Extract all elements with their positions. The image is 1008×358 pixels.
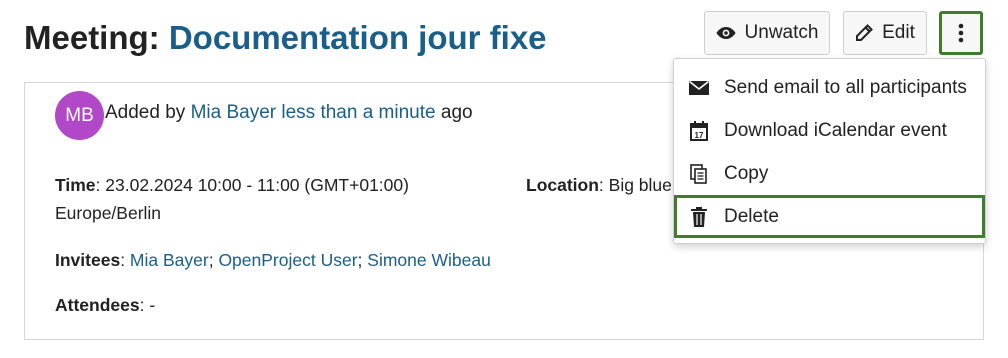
time-ago-link[interactable]: less than a minute: [281, 102, 435, 123]
calendar-icon: 17: [688, 120, 710, 142]
copy-icon: [688, 163, 710, 185]
page-title: Meeting: Documentation jour fixe: [24, 16, 547, 60]
edit-button[interactable]: Edit: [843, 11, 927, 55]
invitees-row: Invitees: Mia Bayer; OpenProject User; S…: [55, 250, 491, 270]
svg-text:17: 17: [695, 131, 704, 140]
kebab-icon: [958, 23, 964, 43]
location-row: Location: Big blue: [526, 171, 672, 199]
envelope-icon: [688, 77, 710, 99]
trash-icon: [688, 206, 710, 228]
menu-item-send-email[interactable]: Send email to all participants: [674, 66, 985, 109]
menu-item-label: Delete: [724, 205, 779, 227]
invitee-link[interactable]: Mia Bayer: [130, 250, 209, 270]
meeting-name: Documentation jour fixe: [168, 19, 547, 56]
menu-item-download-ical[interactable]: 17 Download iCalendar event: [674, 109, 985, 152]
invitee-link[interactable]: OpenProject User: [218, 250, 357, 270]
ago-suffix: ago: [440, 102, 473, 123]
time-row: Time: 23.02.2024 10:00 - 11:00 (GMT+01:0…: [55, 171, 409, 199]
timezone-value: Europe/Berlin: [55, 203, 162, 223]
menu-item-label: Download iCalendar event: [724, 119, 947, 141]
menu-item-label: Send email to all participants: [724, 76, 967, 98]
invitee-link[interactable]: Simone Wibeau: [367, 250, 491, 270]
unwatch-label: Unwatch: [744, 22, 819, 43]
menu-item-copy[interactable]: Copy: [674, 152, 985, 195]
added-by-line: Added by Mia Bayer less than a minute ag…: [105, 102, 473, 124]
time-label: Time: [55, 175, 96, 195]
actions-dropdown-menu: Send email to all participants 17 Downlo…: [673, 58, 986, 244]
eye-icon: [716, 27, 736, 39]
menu-item-label: Copy: [724, 162, 769, 184]
attendees-value: : -: [139, 295, 156, 315]
menu-item-delete[interactable]: Delete: [674, 195, 985, 238]
timezone-row: Europe/Berlin: [55, 199, 161, 227]
avatar-initials: MB: [65, 104, 94, 126]
attendees-row: Attendees: -: [55, 291, 155, 319]
attendees-label: Attendees: [55, 295, 140, 315]
unwatch-button[interactable]: Unwatch: [704, 11, 830, 55]
location-value: : Big blue: [598, 175, 672, 195]
title-prefix: Meeting:: [24, 19, 160, 56]
invitees-label: Invitees: [55, 250, 121, 270]
time-value: : 23.02.2024 10:00 - 11:00 (GMT+01:00): [95, 175, 409, 195]
edit-label: Edit: [882, 22, 915, 43]
pencil-icon: [856, 24, 874, 41]
location-label: Location: [526, 175, 599, 195]
avatar: MB: [55, 91, 104, 140]
author-link[interactable]: Mia Bayer: [191, 102, 277, 123]
more-actions-button[interactable]: [939, 11, 983, 55]
added-by-prefix: Added by: [105, 102, 186, 123]
